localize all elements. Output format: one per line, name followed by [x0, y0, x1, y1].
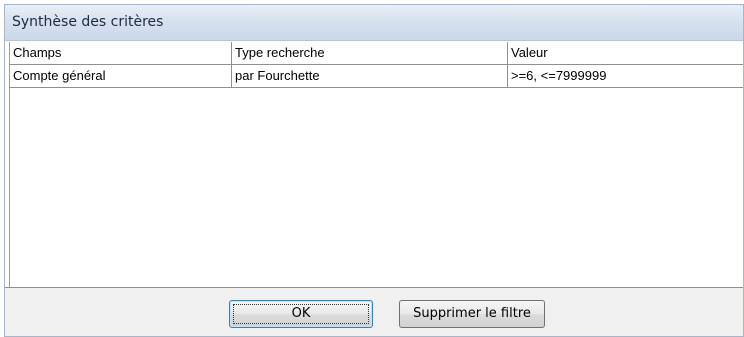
cell-type-recherche[interactable]: par Fourchette — [232, 65, 508, 88]
dialog-footer: OK Supprimer le filtre — [5, 288, 743, 336]
criteria-grid[interactable]: Champs Type recherche Valeur Compte géné… — [9, 42, 743, 287]
grid-header-row: Champs Type recherche Valeur — [10, 42, 743, 65]
ok-button-label: OK — [291, 306, 311, 321]
column-header-champs[interactable]: Champs — [10, 42, 232, 65]
column-header-type-recherche[interactable]: Type recherche — [232, 42, 508, 65]
remove-filter-button[interactable]: Supprimer le filtre — [399, 300, 545, 328]
column-header-valeur[interactable]: Valeur — [508, 42, 743, 65]
table-row[interactable]: Compte général par Fourchette >=6, <=799… — [10, 65, 743, 88]
ok-button[interactable]: OK — [229, 300, 373, 328]
dialog-title: Synthèse des critères — [12, 14, 164, 30]
cell-champs[interactable]: Compte général — [10, 65, 232, 88]
cell-valeur[interactable]: >=6, <=7999999 — [508, 65, 743, 88]
criteria-summary-dialog: Synthèse des critères Champs Type recher… — [4, 4, 744, 337]
dialog-titlebar: Synthèse des critères — [5, 5, 743, 41]
